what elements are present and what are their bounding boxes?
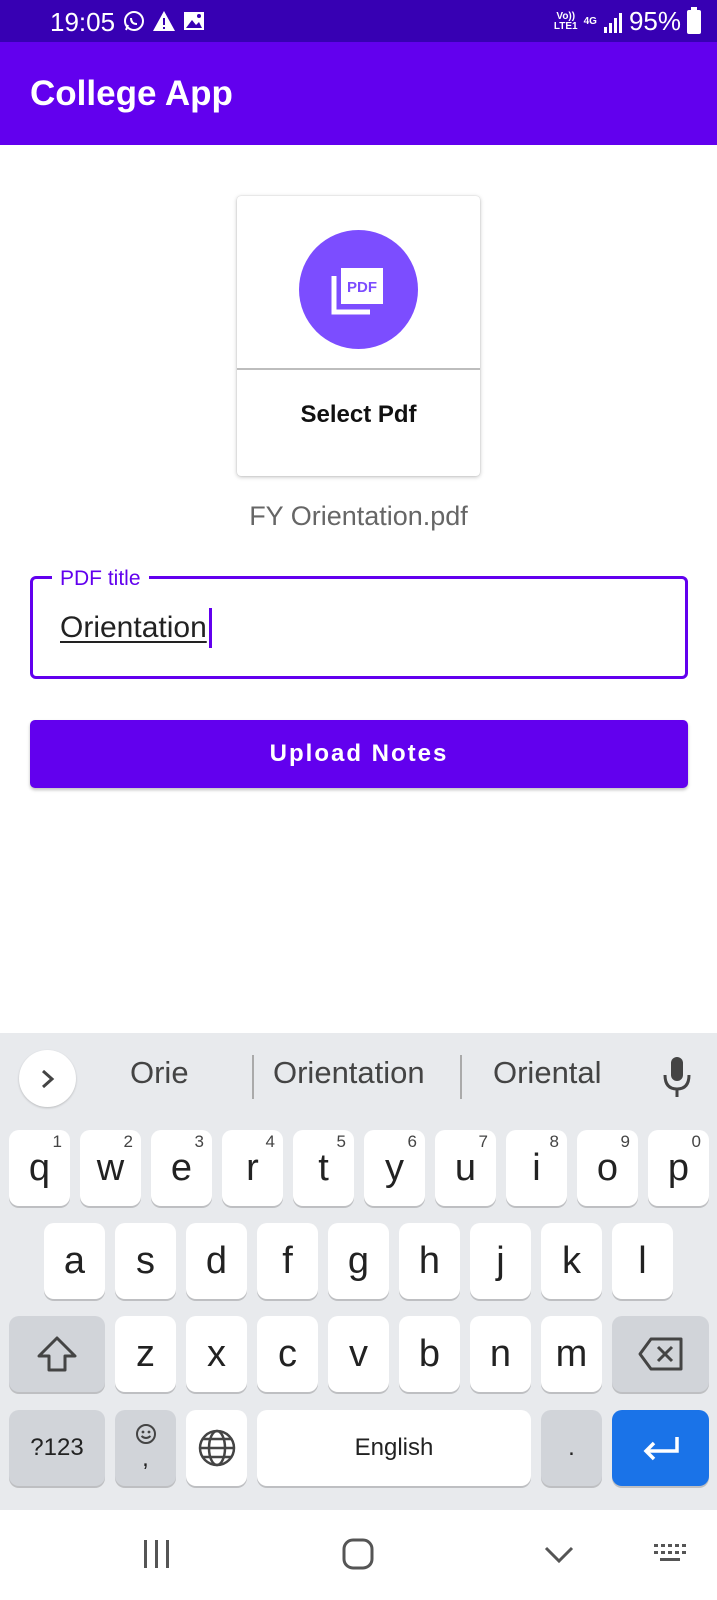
app-title: College App [30,74,233,113]
symbols-key[interactable]: ?123 [9,1410,105,1486]
shift-key[interactable] [9,1316,105,1392]
key-n[interactable]: n [470,1316,531,1392]
key-j[interactable]: j [470,1223,531,1299]
status-time: 19:05 [50,7,116,37]
key-m[interactable]: m [541,1316,602,1392]
emoji-comma-key[interactable]: , [115,1410,176,1486]
svg-text:PDF: PDF [347,279,377,296]
key-r[interactable]: 4r [222,1130,283,1206]
backspace-icon [638,1337,682,1371]
home-icon[interactable] [342,1538,374,1570]
suggestion-2[interactable]: Orientation [273,1055,425,1091]
expand-toolbar-button[interactable] [19,1050,76,1107]
key-q[interactable]: 1q [9,1130,70,1206]
key-w[interactable]: 2w [80,1130,141,1206]
enter-icon [643,1437,679,1461]
battery-percent: 95% [628,6,681,36]
suggestion-divider [460,1055,462,1099]
key-c[interactable]: c [257,1316,318,1392]
status-right: Vo)) LTE1 4G 95% [554,6,701,37]
shift-icon [37,1336,77,1372]
backspace-key[interactable] [612,1316,709,1392]
key-u[interactable]: 7u [435,1130,496,1206]
key-b[interactable]: b [399,1316,460,1392]
suggestion-bar: Orie Orientation Oriental [0,1033,717,1121]
network-gen: 4G [583,15,597,27]
suggestion-3[interactable]: Oriental [493,1055,602,1091]
app-bar: College App [0,42,717,145]
key-x[interactable]: x [186,1316,247,1392]
chevron-right-icon [41,1069,54,1088]
pdf-title-label: PDF title [52,567,149,591]
pdf-icon: PDF [331,268,383,315]
soft-keyboard: Orie Orientation Oriental 1q 2w 3e 4r 5t… [0,1033,717,1510]
key-a[interactable]: a [44,1223,105,1299]
key-d[interactable]: d [186,1223,247,1299]
selected-file-name: FY Orientation.pdf [249,501,468,531]
card-divider [237,368,480,370]
enter-key[interactable] [612,1410,709,1486]
space-key[interactable]: English [257,1410,531,1486]
recent-apps-icon[interactable] [142,1538,172,1570]
navigation-bar [0,1510,717,1600]
status-bar: 19:05 Vo)) LTE1 4G 95% [0,0,717,42]
whatsapp-icon [124,11,144,31]
pdf-title-input[interactable]: Orientation [60,611,207,645]
text-caret [209,608,212,648]
key-s[interactable]: s [115,1223,176,1299]
network-indicator: Vo)) LTE1 [553,10,578,32]
keyboard-switch-icon[interactable] [652,1538,688,1570]
signal-icon [603,12,622,33]
key-z[interactable]: z [115,1316,176,1392]
key-i[interactable]: 8i [506,1130,567,1206]
globe-icon [198,1429,235,1467]
key-v[interactable]: v [328,1316,389,1392]
hide-keyboard-icon[interactable] [543,1538,575,1570]
notification-icons [122,9,206,33]
key-g[interactable]: g [328,1223,389,1299]
key-p[interactable]: 0p [648,1130,709,1206]
period-key[interactable]: . [541,1410,602,1486]
key-f[interactable]: f [257,1223,318,1299]
battery-icon [687,6,701,34]
alert-icon [153,11,175,31]
language-key[interactable] [186,1410,247,1486]
key-y[interactable]: 6y [364,1130,425,1206]
upload-notes-button[interactable]: Upload Notes [30,720,688,788]
emoji-icon [135,1424,156,1444]
key-k[interactable]: k [541,1223,602,1299]
microphone-icon[interactable] [660,1055,694,1099]
pdf-icon-circle: PDF [299,230,418,349]
key-e[interactable]: 3e [151,1130,212,1206]
suggestion-1[interactable]: Orie [130,1055,189,1091]
key-h[interactable]: h [399,1223,460,1299]
key-l[interactable]: l [612,1223,673,1299]
key-t[interactable]: 5t [293,1130,354,1206]
key-o[interactable]: 9o [577,1130,638,1206]
suggestion-divider [252,1055,254,1099]
select-pdf-label: Select Pdf [300,401,417,428]
select-pdf-card[interactable]: PDF Select Pdf [237,196,480,476]
image-icon [184,12,204,30]
